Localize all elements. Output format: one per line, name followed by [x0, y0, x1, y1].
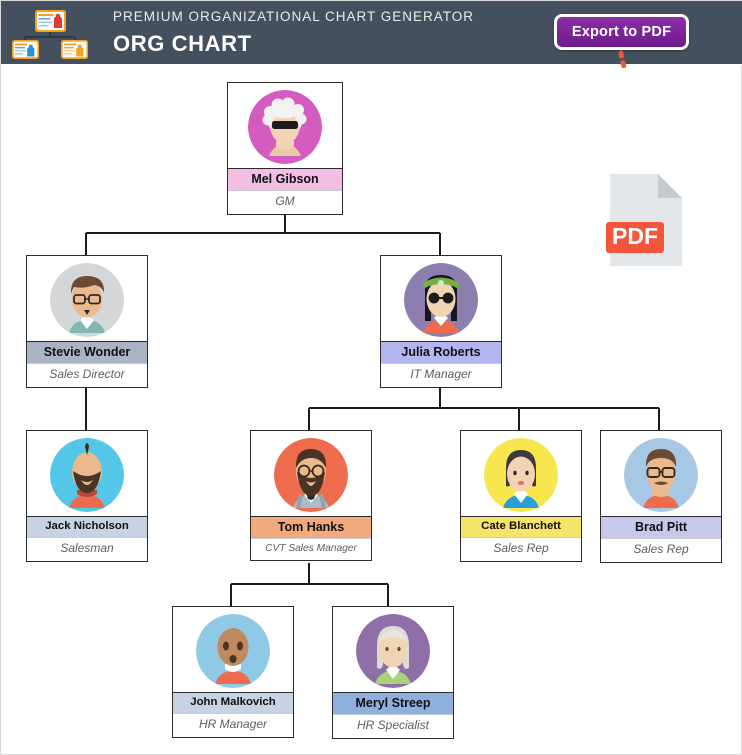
app-header: PREMIUM ORGANIZATIONAL CHART GENERATOR O…: [1, 1, 742, 66]
node-role: Sales Director: [27, 364, 147, 387]
node-name: Cate Blanchett: [461, 517, 581, 538]
node-role: HR Manager: [173, 713, 293, 737]
node-name: Tom Hanks: [251, 517, 371, 539]
node-role: Salesman: [27, 537, 147, 561]
avatar: [251, 431, 371, 517]
node-name: Jack Nicholson: [27, 517, 147, 538]
avatar: [461, 431, 581, 517]
node-role: Sales Rep: [461, 537, 581, 561]
org-node-cate-blanchett[interactable]: Cate Blanchett Sales Rep: [460, 430, 582, 562]
chart-canvas: PDF Mel Gibson GM Stevie Wonder Sales Di…: [1, 68, 741, 754]
node-role: IT Manager: [381, 364, 501, 387]
node-name: John Malkovich: [173, 693, 293, 714]
org-node-jack-nicholson[interactable]: Jack Nicholson Salesman: [26, 430, 148, 562]
app-subtitle: PREMIUM ORGANIZATIONAL CHART GENERATOR: [113, 9, 475, 24]
org-chart-app: PREMIUM ORGANIZATIONAL CHART GENERATOR O…: [0, 0, 742, 755]
org-node-tom-hanks[interactable]: Tom Hanks CVT Sales Manager: [250, 430, 372, 561]
node-name: Stevie Wonder: [27, 342, 147, 364]
node-name: Mel Gibson: [228, 169, 342, 191]
node-name: Brad Pitt: [601, 517, 721, 539]
org-node-john-malkovich[interactable]: John Malkovich HR Manager: [172, 606, 294, 738]
avatar: [27, 431, 147, 517]
org-node-meryl-streep[interactable]: Meryl Streep HR Specialist: [332, 606, 454, 739]
node-role: GM: [228, 191, 342, 214]
org-node-brad-pitt[interactable]: Brad Pitt Sales Rep: [600, 430, 722, 563]
node-role: CVT Sales Manager: [251, 539, 371, 560]
page-title: ORG CHART: [113, 31, 252, 56]
avatar: [228, 83, 342, 169]
avatar: [27, 256, 147, 342]
avatar: [601, 431, 721, 517]
node-name: Julia Roberts: [381, 342, 501, 364]
org-node-mel-gibson[interactable]: Mel Gibson GM: [227, 82, 343, 215]
pdf-badge-label: PDF: [612, 223, 658, 249]
export-to-pdf-button[interactable]: Export to PDF: [554, 14, 689, 50]
node-role: HR Specialist: [333, 715, 453, 738]
node-role: Sales Rep: [601, 539, 721, 562]
node-name: Meryl Streep: [333, 693, 453, 715]
org-node-julia-roberts[interactable]: Julia Roberts IT Manager: [380, 255, 502, 388]
header-text-block: PREMIUM ORGANIZATIONAL CHART GENERATOR O…: [113, 9, 474, 57]
avatar: [173, 607, 293, 693]
avatar: [381, 256, 501, 342]
org-chart-logo-icon: [11, 8, 89, 60]
pdf-document-icon: PDF: [604, 171, 688, 269]
org-node-stevie-wonder[interactable]: Stevie Wonder Sales Director: [26, 255, 148, 388]
avatar: [333, 607, 453, 693]
